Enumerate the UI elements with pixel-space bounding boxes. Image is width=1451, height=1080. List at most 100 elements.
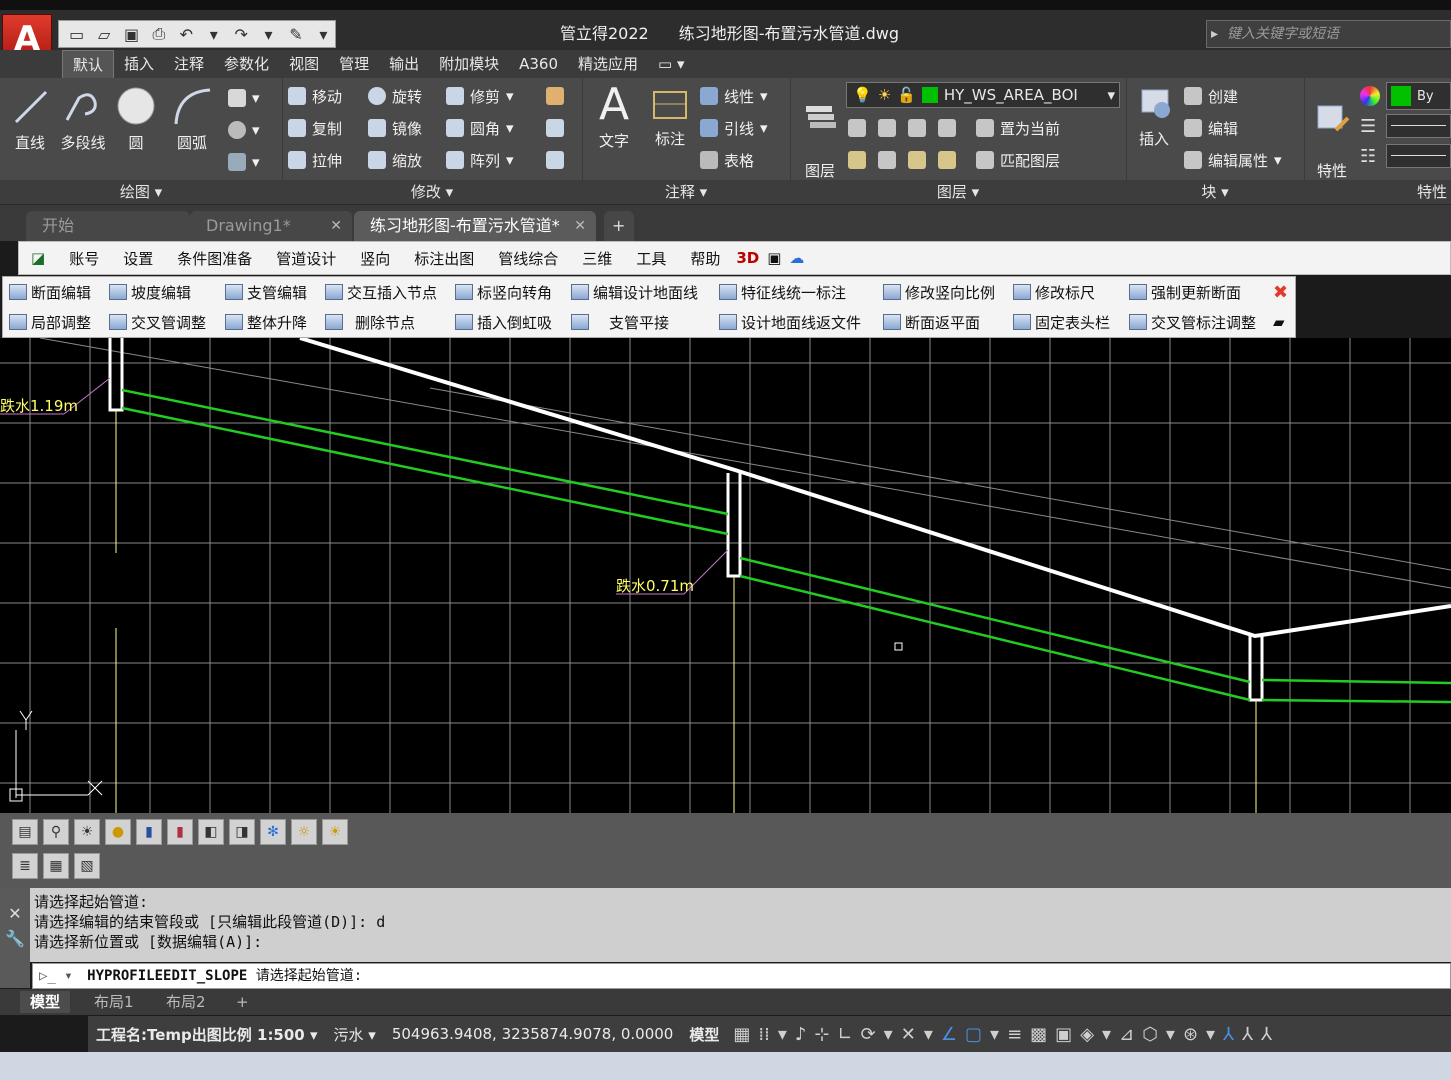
match-layer-button[interactable]: 匹配图层 xyxy=(976,146,1060,174)
unlock-icon[interactable]: ◧ xyxy=(198,819,224,845)
freeze-icon[interactable]: ✻ xyxy=(260,819,286,845)
transparency-icon[interactable]: ▩ xyxy=(1030,1024,1047,1045)
pipe-top-1[interactable] xyxy=(121,388,729,516)
edit-block-button[interactable]: 编辑 xyxy=(1184,114,1238,142)
tab-annotate[interactable]: 注释 xyxy=(164,50,214,78)
move-button[interactable]: 移动 xyxy=(288,82,342,110)
cross-pipe-adjust-button[interactable]: 交叉管调整 xyxy=(109,308,206,336)
tab-manage[interactable]: 管理 xyxy=(329,50,379,78)
thaw-icon[interactable]: ☼ xyxy=(291,819,317,845)
undo-dropdown-icon[interactable]: ▾ xyxy=(202,25,225,44)
close-icon[interactable]: ✕ xyxy=(0,904,30,923)
layer-off-icon[interactable] xyxy=(848,119,866,137)
add-layout-button[interactable]: + xyxy=(226,991,259,1013)
force-update-button[interactable]: 强制更新断面 xyxy=(1129,278,1241,306)
chevron-down-icon[interactable]: ▾ xyxy=(1102,1024,1111,1045)
modify-ruler-button[interactable]: 修改标尺 xyxy=(1013,278,1095,306)
tab-layout2[interactable]: 布局2 xyxy=(156,991,216,1013)
set-current-button[interactable]: 置为当前 xyxy=(976,114,1060,142)
wrench-icon[interactable]: 🔧 xyxy=(0,929,30,948)
menu-settings[interactable]: 设置 xyxy=(111,248,165,269)
tab-parametric[interactable]: 参数化 xyxy=(214,50,279,78)
line-button[interactable]: 直线 xyxy=(8,84,52,153)
toolbar-options-icon[interactable]: ▰ xyxy=(1273,308,1285,336)
pipe-bottom-2[interactable] xyxy=(739,574,1251,702)
tab-drawing1[interactable]: Drawing1* ✕ xyxy=(190,211,352,241)
circle-button[interactable]: 圆 xyxy=(114,84,158,153)
lineweight-dropdown[interactable] xyxy=(1386,114,1451,138)
tab-view[interactable]: 视图 xyxy=(279,50,329,78)
layer-manager-icon[interactable]: ▤ xyxy=(12,819,38,845)
fillet-button[interactable]: 圆角 ▾ xyxy=(446,114,514,142)
pipe-type-dropdown[interactable]: 污水 ▾ xyxy=(326,1024,384,1045)
branch-level-button[interactable]: 支管平接 xyxy=(571,308,669,336)
ortho-icon[interactable]: ∟ xyxy=(837,1024,852,1045)
open-folder-icon[interactable]: ▱ xyxy=(92,25,115,44)
command-prompt-icon[interactable]: ▷_ ▾ xyxy=(33,968,79,984)
linear-dim-button[interactable]: 线性 ▾ xyxy=(700,82,768,110)
insert-siphon-button[interactable]: 插入倒虹吸 xyxy=(455,308,552,336)
new-file-icon[interactable]: ▭ xyxy=(65,25,88,44)
manhole-1[interactable] xyxy=(108,338,124,412)
edit-attributes-button[interactable]: 编辑属性 ▾ xyxy=(1184,146,1282,174)
menu-3d[interactable]: 三维 xyxy=(570,248,624,269)
feature-line-annotation-button[interactable]: 特征线统一标注 xyxy=(719,278,846,306)
menu-condition-prep[interactable]: 条件图准备 xyxy=(165,248,264,269)
mirror-button[interactable]: 镜像 xyxy=(368,114,422,142)
unlock-alt-icon[interactable]: ◨ xyxy=(229,819,255,845)
delete-node-button[interactable]: 删除节点 xyxy=(325,308,415,336)
fixed-header-button[interactable]: 固定表头栏 xyxy=(1013,308,1110,336)
cloud-icon[interactable]: ☁ xyxy=(789,249,804,267)
menu-tools[interactable]: 工具 xyxy=(624,248,678,269)
array-button[interactable]: 阵列 ▾ xyxy=(446,146,514,174)
dynamic-input-icon[interactable]: ⊹ xyxy=(814,1024,829,1045)
sun-icon[interactable]: ☀ xyxy=(322,819,348,845)
region-button[interactable]: ▾ xyxy=(228,148,260,176)
lightbulb-on-icon[interactable]: ☀ xyxy=(74,819,100,845)
menu-pipeline-integration[interactable]: 管线综合 xyxy=(486,248,570,269)
linetype-dropdown[interactable] xyxy=(1386,144,1451,168)
arc-button[interactable]: 圆弧 xyxy=(168,84,216,153)
chevron-down-icon[interactable]: ▾ xyxy=(990,1024,999,1045)
section-to-plan-button[interactable]: 断面返平面 xyxy=(883,308,980,336)
copy-button[interactable]: 复制 xyxy=(288,114,342,142)
annotation-auto-scale-icon[interactable]: ⅄ xyxy=(1242,1024,1253,1045)
trim-button[interactable]: 修剪 ▾ xyxy=(446,82,514,110)
search-expand-icon[interactable]: ▸ xyxy=(1211,21,1218,47)
leader-button[interactable]: 引线 ▾ xyxy=(700,114,768,142)
panel-block-title[interactable]: 块 ▾ xyxy=(1126,180,1304,204)
hatch-button[interactable]: ▾ xyxy=(228,116,260,144)
create-block-button[interactable]: 创建 xyxy=(1184,82,1238,110)
ribbon-toggle-icon[interactable]: ▭ ▾ xyxy=(648,50,694,78)
layer-freeze-icon[interactable] xyxy=(908,119,926,137)
chevron-down-icon[interactable]: ▾ xyxy=(1166,1024,1175,1045)
layer-unlock-icon[interactable] xyxy=(938,151,956,169)
search-input[interactable]: ▸ 键入关键字或短语 xyxy=(1206,20,1451,48)
tab-output[interactable]: 输出 xyxy=(379,50,429,78)
layer-walk-icon[interactable]: ▦ xyxy=(43,853,69,879)
dimension-button[interactable]: 标注 xyxy=(646,84,694,149)
layer-stack-icon[interactable]: ≣ xyxy=(12,853,38,879)
monitor-icon[interactable]: ▣ xyxy=(767,249,781,267)
tab-current-drawing[interactable]: 练习地形图-布置污水管道* ✕ xyxy=(354,211,596,241)
3d-view-icon[interactable]: 3D xyxy=(736,249,759,267)
panel-layers-title[interactable]: 图层 ▾ xyxy=(790,180,1126,204)
drawing-canvas[interactable]: 跌水1.19m 跌水0.71m xyxy=(0,338,1451,813)
layer-unisolate-icon[interactable] xyxy=(878,151,896,169)
lineweight-icon[interactable]: ☰ xyxy=(1360,118,1382,138)
tab-layout1[interactable]: 布局1 xyxy=(84,991,144,1013)
print-icon[interactable]: ⎙ xyxy=(147,24,170,44)
model-space-toggle[interactable]: 模型 xyxy=(681,1024,727,1045)
object-snap-icon[interactable]: ▢ xyxy=(965,1024,982,1045)
save-icon[interactable]: ▣ xyxy=(120,25,143,44)
menu-account[interactable]: 账号 xyxy=(57,248,111,269)
dynamic-ucs-icon[interactable]: ⊿ xyxy=(1119,1024,1134,1045)
section-edit-button[interactable]: 断面编辑 xyxy=(9,278,91,306)
layer-dropdown[interactable]: 💡 ☀ 🔓 HY_WS_AREA_BOI ▾ xyxy=(846,82,1120,108)
polar-icon[interactable]: ⟳ xyxy=(861,1024,876,1045)
manhole-3[interactable] xyxy=(1248,636,1264,702)
gizmo-icon[interactable]: ⬡ xyxy=(1142,1024,1158,1045)
panel-properties-title[interactable]: 特性 xyxy=(1304,180,1451,204)
redo-dropdown-icon[interactable]: ▾ xyxy=(257,25,280,44)
cross-pipe-annotation-button[interactable]: 交叉管标注调整 xyxy=(1129,308,1256,336)
